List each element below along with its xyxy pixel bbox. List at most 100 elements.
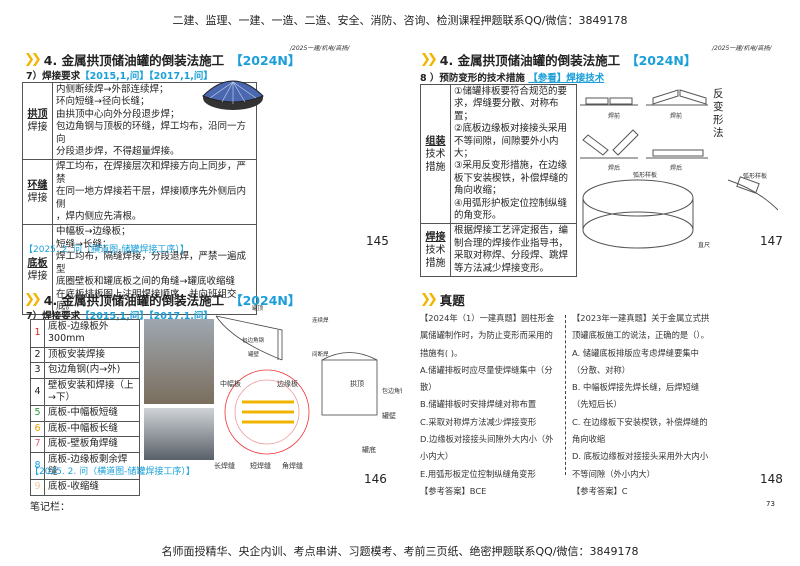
slide-title: ❯❯ 4. 金属拱顶储油罐的倒装法施工 【2024N】 [420, 50, 696, 69]
label-wrap-angle: 包边角钢 [382, 387, 402, 395]
label-corner-weld: 角焊缝 [282, 461, 303, 470]
row-label-text: 措施 [425, 257, 446, 269]
chevron-icon: ❯❯ [24, 292, 42, 307]
row-label-text: 焊接 [425, 231, 446, 243]
label-roof: 罐顶 [252, 304, 264, 312]
step-row: 1 底板-边缘板外300mm [30, 319, 140, 348]
label-continuous-weld: 连续焊 [312, 316, 329, 324]
label-intermittent-weld: 间断焊 [312, 350, 329, 358]
row-label-text: 焊接 [27, 270, 48, 282]
question-line: C.采取对称焊方法减少焊接变形 [420, 416, 537, 427]
column-divider [565, 315, 566, 475]
slide-page-number: 148 [760, 472, 783, 486]
question-line: E.用弧形板定位控制纵缝角变形 [420, 468, 536, 479]
row-label-text: 措施 [425, 161, 446, 173]
deformation-table: 组装 技术 措施 ①储罐排板要符合规范的要 求，焊缝要分散、对称布置； ②底板边缘板对接接… [420, 83, 577, 278]
label-after: 焊后 [608, 164, 620, 172]
row-label-text: 技术 [425, 148, 446, 160]
title-tag: 【2024N】 [626, 53, 697, 68]
label-arch: 拱顶 [350, 379, 364, 388]
question-line: 属储罐制作时，为防止变形而采用的 [420, 330, 553, 341]
step-number: 4 [30, 377, 45, 407]
step-text: 顶板安装焊接 [44, 346, 140, 364]
question-line: D.边缘板对接接头间隙外大内小（外 [420, 434, 554, 445]
question-line: 角向收缩 [572, 434, 606, 445]
step-text: 壁板安装和焊接（上→下） [44, 377, 140, 407]
row-label: 拱顶 焊接 [22, 81, 53, 161]
content-line: 包边角钢与顶板的环缝，焊工均布，沿同一方向 [56, 121, 247, 145]
step-row: 4 壁板安装和焊接（上→下） [30, 377, 140, 407]
title-text: 真题 [439, 293, 465, 308]
chevron-icon: ❯❯ [24, 52, 42, 67]
step-number: 2 [30, 346, 45, 364]
label-arc-template: 弧形样板 [633, 171, 657, 179]
title-tag: 【2024N】 [230, 53, 301, 68]
slide-title: ❯❯ 真题 [420, 290, 465, 309]
slide-page-number: 146 [364, 472, 387, 486]
question-line: 顶罐底板施工的说法，正确的是（）。 [572, 330, 709, 341]
row-content: ①储罐排板要符合规范的要 求，焊缝要分散、对称布置； ②底板边缘板对接接头采用 不等间… [450, 83, 577, 225]
content-line: 不等间隙，间隙要外小内大； [454, 135, 559, 160]
step-number: 1 [30, 319, 45, 348]
step-row: 6 底板-中幅板长缝 [30, 420, 140, 438]
question-line: C. 在边缘板下安装楔铁，补偿焊缝的 [572, 416, 708, 427]
breadcrumb: /2025一建/机电/高扬/ [712, 45, 772, 52]
content-line: ，焊内侧应先清根。 [56, 211, 142, 223]
question-line: D. 底板边缘板对接接头采用外大内小 [572, 451, 709, 462]
step-row: 2 顶板安装焊接 [30, 346, 140, 364]
content-line: ②底板边缘板对接接头采用 [454, 123, 568, 135]
question-line: 不等间隙（外小内大） [572, 468, 655, 479]
sub-text: 7）焊接要求 [26, 71, 81, 82]
label-before: 焊前 [608, 112, 620, 120]
content-line: ③采用反变形措施，在边缘 [454, 160, 568, 172]
label-middle-plate: 中幅板 [220, 379, 241, 388]
label-wall: 罐壁 [248, 350, 260, 358]
row-label-text: 拱顶 [27, 109, 48, 121]
question-line: （先短后长） [572, 399, 622, 410]
step-text: 底板-边缘板外300mm [44, 319, 140, 348]
content-line: 根据焊接工艺评定报告，编 [454, 225, 569, 237]
content-line: ④用弧形护板定位控制纵缝 [454, 197, 568, 209]
content-line: 焊工均布，隔缝焊接，分段退焊，严禁一遍成型 [56, 251, 247, 275]
question-2024: 【2024年（1）一建真题】圆柱形金 属储罐制作时，为防止变形而采用的 措施有( )… [420, 310, 570, 500]
reverse-deformation-label: 反变形法 [713, 88, 724, 139]
step-row: 3 包边角钢(内→外) [30, 362, 140, 379]
row-label-text: 焊接 [27, 193, 48, 205]
label-arc-template: 弧形样板 [743, 172, 767, 180]
label-before: 焊前 [670, 112, 682, 120]
title-text: 4. 金属拱顶储油罐的倒装法施工 [43, 293, 225, 308]
step-number: 9 [30, 479, 45, 496]
question-line: 小内大） [420, 451, 454, 462]
label-after: 焊后 [670, 164, 682, 172]
exam-note: 【2025. 2. 问（横道图-储罐焊接工序）】 [30, 467, 195, 477]
tank-interior-photo [144, 408, 214, 460]
question-line: （分散、对称） [572, 364, 631, 375]
content-line: 焊工均布，在焊接层次和焊接方向上同步，严禁 [56, 161, 247, 185]
content-line: 制合理的焊接作业指导书， [454, 237, 569, 249]
label-edge-plate: 边缘板 [277, 379, 298, 388]
question-line: A. 储罐底板排版应考虑焊缝要集中 [572, 347, 699, 358]
dome-roof-image [202, 80, 264, 110]
question-line: 【2024年（1）一建真题】圆柱形金 [420, 313, 555, 323]
step-row: 9 底板-收缩缝 [30, 479, 140, 496]
step-text: 包边角钢(内→外) [44, 362, 140, 379]
step-number: 7 [30, 436, 45, 453]
row-label-text: 焊接 [27, 122, 48, 134]
label-tank-bottom: 罐底 [362, 445, 376, 454]
question-line: B. 中幅板焊接先焊长缝，后焊短缝 [572, 382, 700, 393]
content-line: 等方法减少焊接变形。 [454, 262, 550, 274]
row-label-text: 组装 [425, 135, 446, 147]
content-line: 角向收缩； [454, 185, 502, 197]
step-number: 3 [30, 362, 45, 379]
subheading: 7）焊接要求【2015,1,问】【2017,1,问】 [26, 68, 213, 82]
question-line: 【2023年一建真题】关于金属立式拱 [572, 313, 710, 323]
chevron-icon: ❯❯ [420, 52, 438, 67]
slide-title: ❯❯ 4. 金属拱顶储油罐的倒装法施工 【2024N】 [24, 50, 300, 69]
question-line: 散） [420, 382, 437, 393]
site-photo [144, 319, 214, 404]
sub-text: 8 ）预防变形的技术措施 [420, 73, 525, 84]
step-number: 6 [30, 420, 45, 438]
page-number: 73 [766, 500, 775, 508]
sub-refs: 【2015,1,问】【2017,1,问】 [80, 71, 213, 82]
label-long-weld: 长焊缝 [214, 461, 235, 470]
